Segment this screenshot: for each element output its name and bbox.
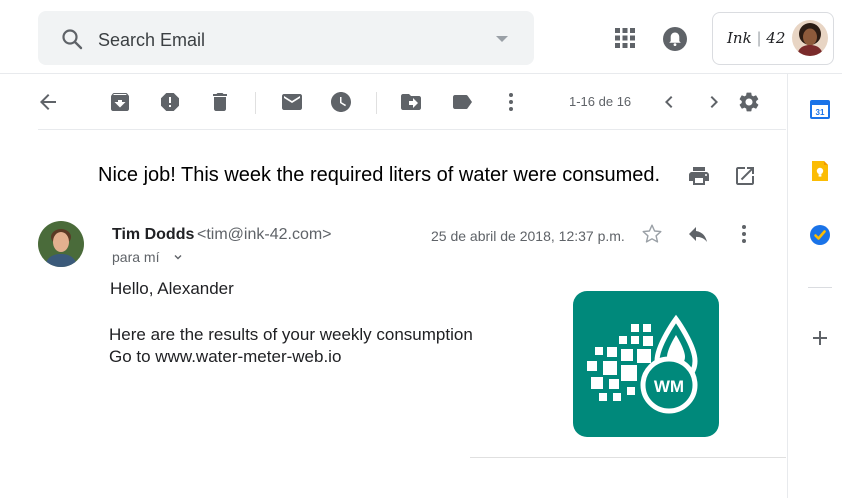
recipient-line[interactable]: para mí	[112, 249, 159, 265]
report-spam-icon[interactable]	[158, 90, 182, 114]
tasks-icon[interactable]	[808, 223, 832, 247]
svg-text:31: 31	[816, 108, 825, 117]
star-icon[interactable]	[640, 222, 664, 246]
email-subject: Nice job! This week the required liters …	[98, 164, 661, 186]
more-vert-icon[interactable]	[732, 222, 756, 246]
label-icon[interactable]	[450, 90, 474, 114]
arrow-back-icon[interactable]	[36, 90, 60, 114]
more-vert-icon[interactable]	[499, 90, 523, 114]
reply-icon[interactable]	[686, 222, 710, 246]
calendar-icon[interactable]: 31	[808, 97, 832, 121]
apps-grid-icon[interactable]	[615, 28, 635, 48]
logo-text: WM	[654, 377, 684, 396]
side-panel-divider	[808, 287, 832, 288]
pagination-text: 1-16 de 16	[569, 94, 632, 109]
add-addon-icon[interactable]	[808, 326, 832, 350]
sender-avatar[interactable]	[38, 221, 84, 267]
side-panel: 31	[787, 74, 842, 498]
chevron-right-icon[interactable]	[702, 90, 726, 114]
search-box[interactable]: Search Email	[38, 11, 534, 65]
archive-icon[interactable]	[108, 90, 132, 114]
chevron-left-icon[interactable]	[657, 90, 681, 114]
brand-logo: Ink | 42	[727, 29, 786, 47]
keep-icon[interactable]	[808, 159, 832, 183]
open-in-new-icon[interactable]	[733, 164, 757, 188]
account-switcher[interactable]: Ink | 42	[712, 12, 834, 65]
mail-icon[interactable]	[280, 90, 304, 114]
toolbar-divider	[255, 92, 256, 114]
gear-icon[interactable]	[737, 90, 761, 114]
search-icon[interactable]	[60, 27, 84, 51]
email-greeting: Hello, Alexander	[110, 279, 234, 298]
message-divider	[470, 457, 786, 458]
email-date: 25 de abril de 2018, 12:37 p.m.	[431, 228, 625, 244]
message-toolbar: 1-16 de 16	[38, 74, 786, 130]
water-meter-logo: WM	[573, 291, 719, 437]
trash-icon[interactable]	[208, 90, 232, 114]
chevron-down-icon[interactable]	[173, 252, 183, 262]
search-input[interactable]: Search Email	[98, 30, 205, 51]
search-options-chevron-icon[interactable]	[496, 36, 508, 42]
sender-email: <tim@ink-42.com>	[197, 226, 332, 243]
bell-icon[interactable]	[662, 26, 688, 52]
print-icon[interactable]	[687, 164, 711, 188]
toolbar-divider	[376, 92, 377, 114]
clock-icon[interactable]	[329, 90, 353, 114]
email-body-line: Go to www.water-meter-web.io	[109, 347, 342, 366]
email-body-line: Here are the results of your weekly cons…	[109, 325, 473, 344]
sender-name: Tim Dodds	[112, 226, 195, 243]
user-avatar[interactable]	[792, 20, 828, 56]
move-to-icon[interactable]	[399, 90, 423, 114]
top-bar: Search Email Ink | 42	[0, 0, 842, 74]
